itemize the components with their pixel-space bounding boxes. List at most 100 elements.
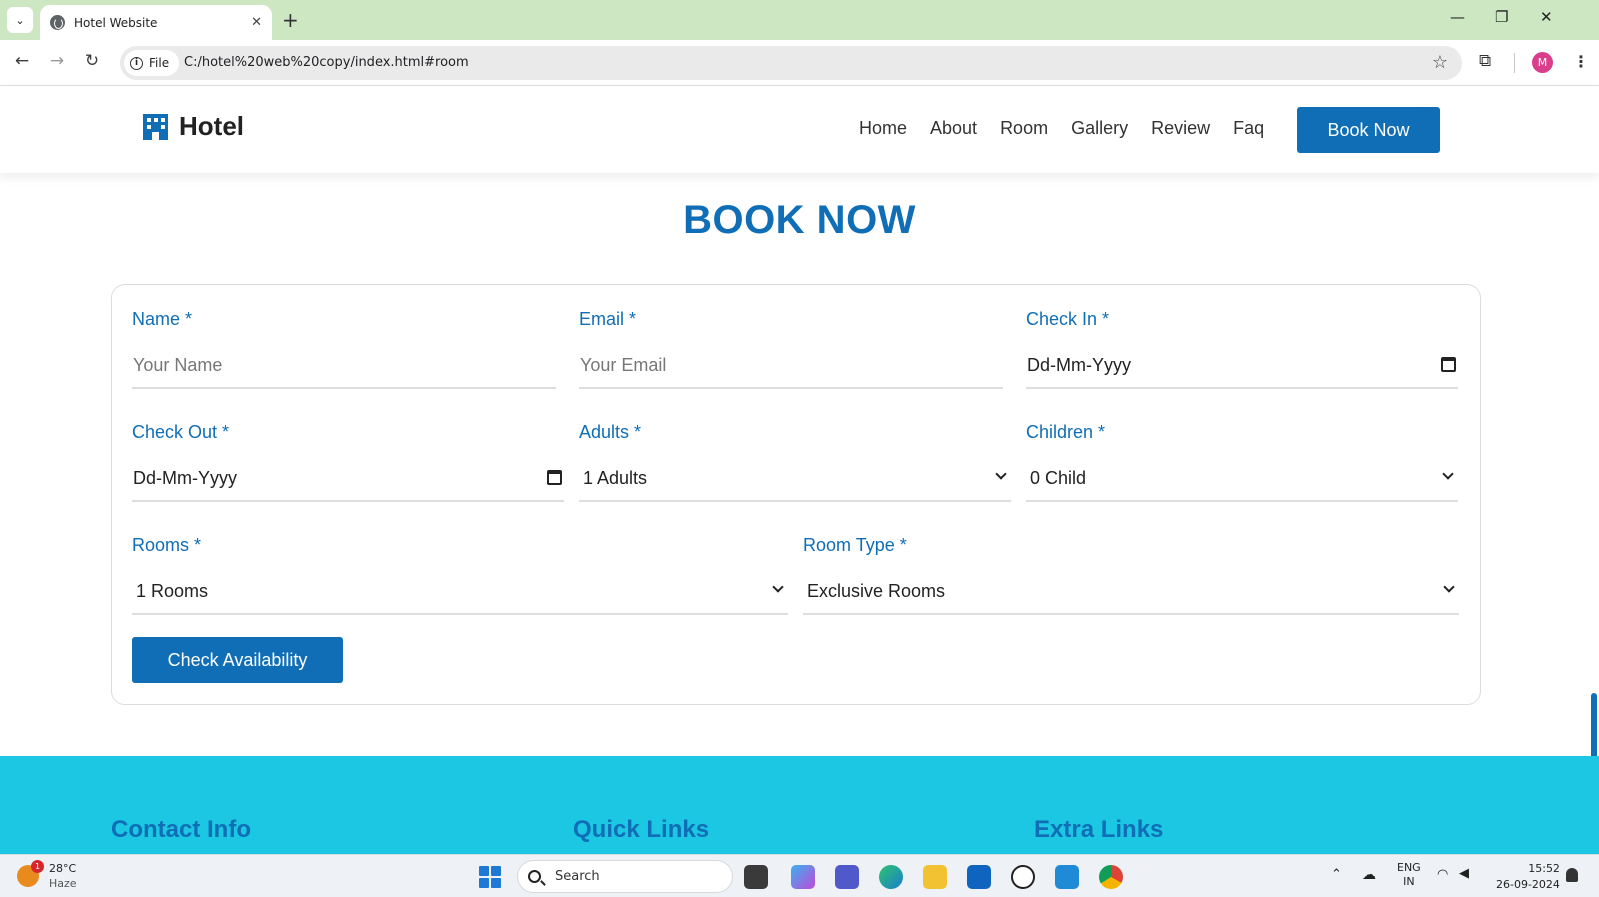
- building-icon: [143, 113, 168, 140]
- adults-field-group: Adults * 1 Adults: [579, 422, 1011, 502]
- clock-date: 26-09-2024: [1496, 878, 1560, 891]
- adults-label: Adults *: [579, 422, 642, 442]
- weather-temp: 28°C: [49, 862, 77, 875]
- edge-icon[interactable]: [879, 865, 903, 889]
- chevron-down-icon: [1442, 468, 1454, 480]
- extensions-icon[interactable]: ⧉: [1479, 51, 1491, 71]
- nav-home[interactable]: Home: [859, 118, 907, 139]
- calendar-icon[interactable]: [1441, 357, 1456, 372]
- email-label: Email *: [579, 309, 637, 329]
- site-logo[interactable]: Hotel: [143, 111, 244, 142]
- dell-icon[interactable]: [1011, 865, 1035, 889]
- check-out-label: Check Out *: [132, 422, 230, 442]
- chevron-down-icon: [1443, 581, 1455, 593]
- weather-widget[interactable]: 1 28°C Haze: [17, 860, 77, 891]
- weather-desc: Haze: [49, 877, 77, 890]
- close-icon[interactable]: ✕: [251, 15, 262, 30]
- check-availability-button[interactable]: Check Availability: [132, 637, 343, 683]
- check-out-value: Dd-Mm-Yyyy: [133, 467, 237, 488]
- task-view-icon[interactable]: [744, 865, 768, 889]
- name-input[interactable]: Your Name: [132, 343, 556, 389]
- nav-gallery[interactable]: Gallery: [1071, 118, 1128, 139]
- system-clock[interactable]: 15:52 26-09-2024: [1496, 861, 1560, 893]
- reload-button[interactable]: ↻: [80, 51, 104, 71]
- forward-button[interactable]: →: [45, 51, 69, 71]
- notification-bell-icon[interactable]: [1566, 868, 1578, 882]
- bookmark-star-icon[interactable]: ☆: [1432, 52, 1448, 73]
- file-explorer-icon[interactable]: [923, 865, 947, 889]
- address-bar[interactable]: i File C:/hotel%20web%20copy/index.html#…: [120, 46, 1462, 80]
- nav-review[interactable]: Review: [1151, 118, 1210, 139]
- browser-menu-icon[interactable]: ⋮: [1573, 52, 1589, 71]
- name-field-group: Name * Your Name: [132, 309, 556, 389]
- volume-icon[interactable]: ◀: [1459, 866, 1469, 881]
- rooms-select[interactable]: 1 Rooms: [132, 569, 788, 615]
- rooms-selected: 1 Rooms: [136, 580, 209, 601]
- tab-title: Hotel Website: [74, 15, 158, 30]
- site-info-chip[interactable]: i File: [124, 50, 180, 76]
- check-in-label: Check In *: [1026, 309, 1110, 329]
- windows-start-button[interactable]: [479, 866, 501, 888]
- language-indicator[interactable]: ENG IN: [1397, 861, 1421, 889]
- new-tab-button[interactable]: +: [282, 9, 299, 31]
- chevron-down-icon: [772, 581, 784, 593]
- room-type-field-group: Room Type * Exclusive Rooms: [803, 535, 1459, 615]
- logo-text: Hotel: [179, 111, 244, 141]
- nav-faq[interactable]: Faq: [1233, 118, 1264, 139]
- onedrive-icon[interactable]: ☁: [1362, 867, 1376, 883]
- site-footer: Contact Info Quick Links Extra Links: [0, 756, 1599, 854]
- weather-icon: 1: [17, 860, 44, 887]
- minimize-button[interactable]: —: [1450, 8, 1465, 26]
- check-out-date-input[interactable]: Dd-Mm-Yyyy: [132, 456, 564, 502]
- browser-tab-strip: ⌄ Hotel Website ✕ + — ❐ ✕: [0, 0, 1599, 40]
- restore-button[interactable]: ❐: [1495, 8, 1508, 26]
- children-field-group: Children * 0 Child: [1026, 422, 1458, 502]
- book-now-button[interactable]: Book Now: [1297, 107, 1440, 153]
- chevron-down-icon: ⌄: [15, 13, 25, 27]
- browser-tab[interactable]: Hotel Website ✕: [40, 5, 272, 40]
- adults-select[interactable]: 1 Adults: [579, 456, 1011, 502]
- copilot-icon[interactable]: [791, 865, 815, 889]
- footer-extra-links-heading: Extra Links: [1034, 816, 1164, 843]
- taskbar-search-label: Search: [555, 869, 600, 884]
- vscode-icon[interactable]: [1055, 865, 1079, 889]
- children-selected: 0 Child: [1030, 467, 1087, 488]
- room-type-select[interactable]: Exclusive Rooms: [803, 569, 1459, 615]
- children-select[interactable]: 0 Child: [1026, 456, 1458, 502]
- lang-bottom: IN: [1403, 875, 1415, 888]
- windows-taskbar: 1 28°C Haze Search ⌃ ☁ ENG IN ◠ ◀ 15:52 …: [0, 854, 1599, 897]
- clock-time: 15:52: [1528, 862, 1560, 875]
- check-in-date-input[interactable]: Dd-Mm-Yyyy: [1026, 343, 1458, 389]
- window-close-button[interactable]: ✕: [1540, 8, 1553, 26]
- nav-about[interactable]: About: [930, 118, 977, 139]
- booking-form: Name * Your Name Email * Your Email Chec…: [111, 284, 1481, 705]
- lang-top: ENG: [1397, 861, 1421, 874]
- nav-room[interactable]: Room: [1000, 118, 1048, 139]
- url-text[interactable]: C:/hotel%20web%20copy/index.html#room: [184, 55, 469, 70]
- info-icon: i: [130, 56, 143, 70]
- taskbar-search[interactable]: Search: [517, 860, 733, 893]
- chevron-up-icon[interactable]: ⌃: [1331, 867, 1342, 882]
- browser-toolbar: ← → ↻ i File C:/hotel%20web%20copy/index…: [0, 40, 1599, 86]
- profile-avatar[interactable]: M: [1532, 52, 1553, 73]
- room-type-selected: Exclusive Rooms: [807, 580, 946, 601]
- adults-selected: 1 Adults: [583, 467, 648, 488]
- email-input[interactable]: Your Email: [579, 343, 1003, 389]
- name-label: Name *: [132, 309, 193, 329]
- toolbar-divider: [1514, 53, 1515, 73]
- chrome-icon[interactable]: [1099, 865, 1123, 889]
- wifi-icon[interactable]: ◠: [1437, 867, 1448, 882]
- children-label: Children *: [1026, 422, 1106, 442]
- footer-contact-heading: Contact Info: [111, 816, 251, 843]
- teams-icon[interactable]: [835, 865, 859, 889]
- outlook-icon[interactable]: [967, 865, 991, 889]
- email-field-group: Email * Your Email: [579, 309, 1003, 389]
- rooms-label: Rooms *: [132, 535, 202, 555]
- back-button[interactable]: ←: [10, 51, 34, 71]
- tab-search-button[interactable]: ⌄: [7, 7, 33, 33]
- check-in-value: Dd-Mm-Yyyy: [1027, 354, 1131, 375]
- chevron-down-icon: [995, 468, 1007, 480]
- section-title: BOOK NOW: [683, 198, 916, 242]
- calendar-icon[interactable]: [547, 470, 562, 485]
- footer-quick-links-heading: Quick Links: [573, 816, 710, 843]
